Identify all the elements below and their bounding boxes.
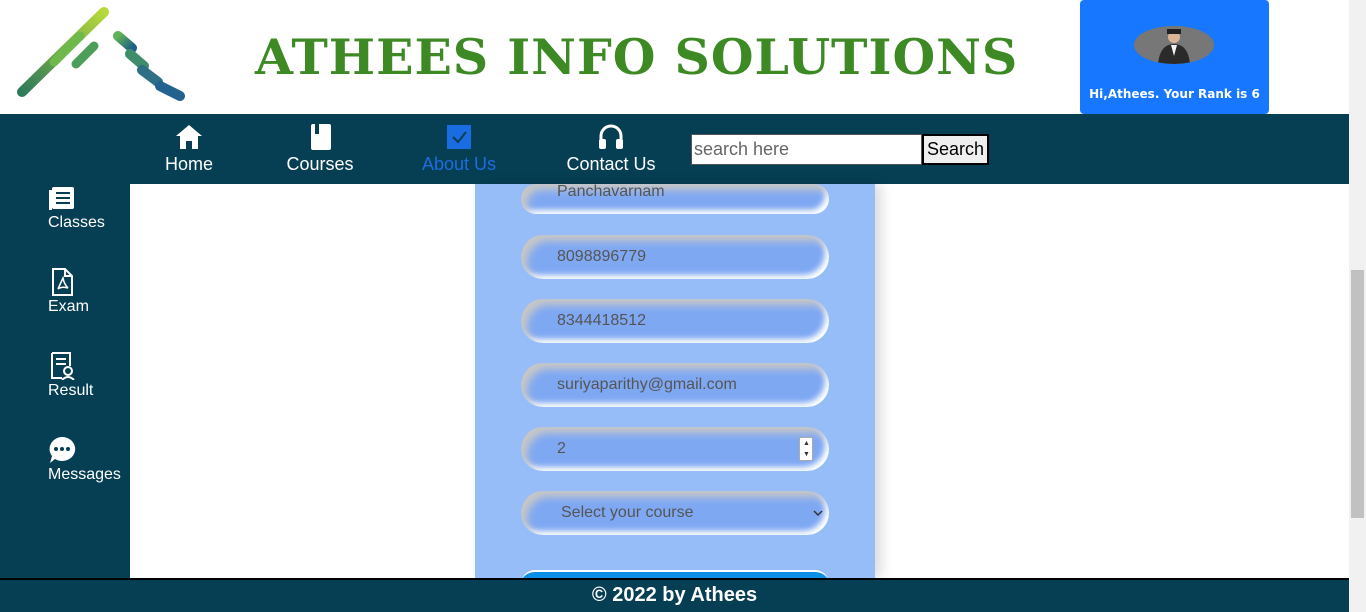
main-navbar: Home Courses About Us Contact Us search … xyxy=(0,114,1349,184)
scrollbar-thumb[interactable] xyxy=(1351,270,1364,518)
nav-about-us-label: About Us xyxy=(421,154,497,174)
user-rank-card[interactable]: Hi,Athees. Your Rank is 6 xyxy=(1080,0,1269,114)
user-greeting: Hi,Athees. Your Rank is 6 xyxy=(1089,87,1260,101)
email-field[interactable]: suriyaparithy@gmail.com xyxy=(521,363,829,407)
sidebar: Classes Exam Result Messages xyxy=(0,184,130,578)
sidebar-item-label: Classes xyxy=(48,214,105,231)
nav-courses-label: Courses xyxy=(286,154,354,174)
pdf-file-icon xyxy=(52,268,73,296)
sidebar-item-messages[interactable]: Messages xyxy=(48,436,121,484)
company-logo xyxy=(17,7,185,101)
registration-form: Panchavarnam 8098896779 8344418512 suriy… xyxy=(475,184,875,584)
page: ATHEES INFO SOLUTIONS Hi,Athees. Your Ra… xyxy=(0,0,1366,612)
sidebar-item-exam[interactable]: Exam xyxy=(48,268,89,316)
home-icon xyxy=(176,125,202,149)
nav-home-label: Home xyxy=(164,154,213,174)
site-title: ATHEES INFO SOLUTIONS xyxy=(255,28,1019,86)
course-select-label: Select your course xyxy=(561,504,694,521)
search-button[interactable]: Search xyxy=(922,134,989,165)
chevron-down-icon xyxy=(813,510,823,517)
nav-contact-us-label: Contact Us xyxy=(566,154,656,174)
sidebar-item-label: Messages xyxy=(48,466,121,483)
nav-about-us[interactable]: About Us xyxy=(412,114,506,184)
alt-phone-field[interactable]: 8344418512 xyxy=(521,299,829,343)
nav-home[interactable]: Home xyxy=(150,114,228,184)
course-select[interactable]: Select your course xyxy=(521,491,829,535)
book-icon xyxy=(311,124,331,150)
sidebar-item-classes[interactable]: Classes xyxy=(48,184,105,232)
number-stepper[interactable]: ▲ ▼ xyxy=(799,437,813,461)
sidebar-item-label: Exam xyxy=(48,298,89,315)
avatar xyxy=(1134,26,1214,64)
document-list-icon xyxy=(49,187,74,210)
number-field-value: 2 xyxy=(557,440,566,457)
search-input[interactable]: search here xyxy=(691,134,922,165)
header: ATHEES INFO SOLUTIONS Hi,Athees. Your Ra… xyxy=(0,0,1349,114)
nav-contact-us[interactable]: Contact Us xyxy=(556,114,666,184)
headphones-icon xyxy=(599,124,623,149)
nav-courses[interactable]: Courses xyxy=(276,114,364,184)
chat-icon xyxy=(49,436,76,463)
phone-field[interactable]: 8098896779 xyxy=(521,235,829,279)
number-field[interactable]: 2 ▲ ▼ xyxy=(521,427,829,471)
sidebar-item-result[interactable]: Result xyxy=(48,352,93,400)
footer: © 2022 by Athees xyxy=(0,578,1349,612)
sidebar-item-label: Result xyxy=(48,382,94,399)
page-scrollbar[interactable] xyxy=(1349,0,1366,612)
certificate-icon xyxy=(51,352,75,380)
checkbox-icon xyxy=(447,125,471,149)
name-field[interactable]: Panchavarnam xyxy=(521,184,829,214)
